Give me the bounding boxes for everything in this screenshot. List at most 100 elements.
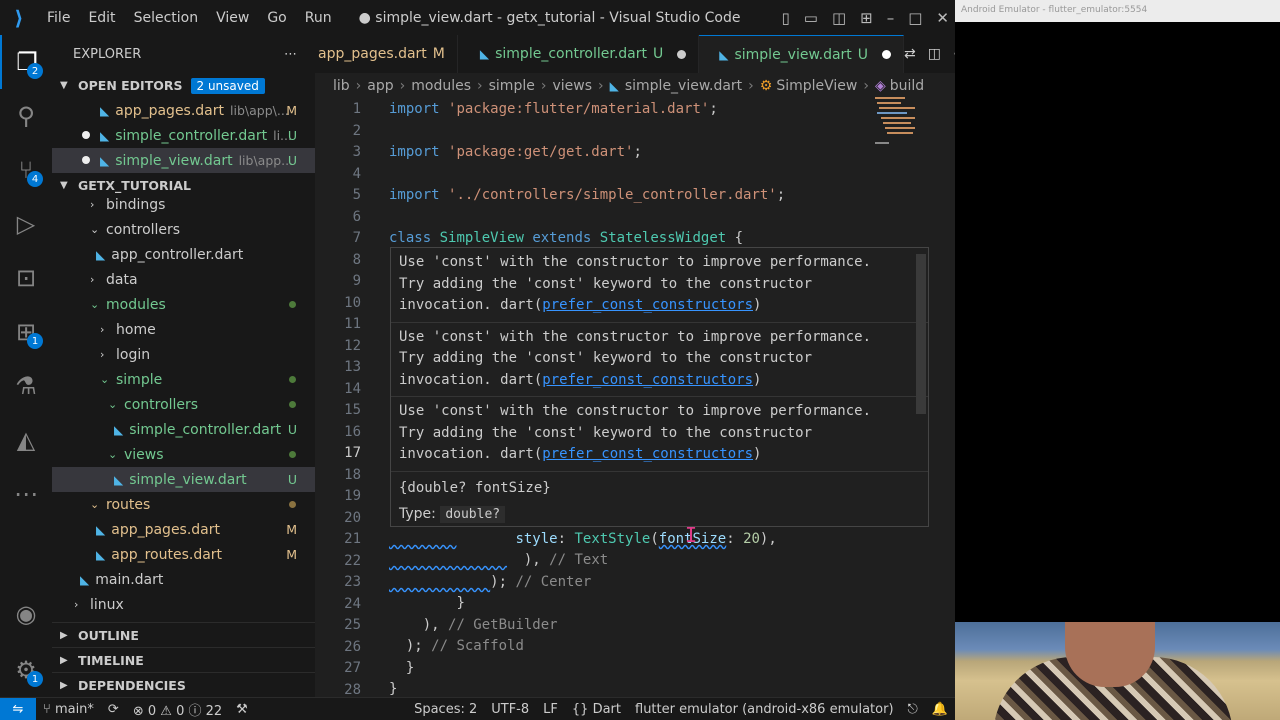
open-editor-simple-controller[interactable]: ◣ simple_controller.dart li... U <box>52 123 315 148</box>
tree-folder-simple[interactable]: ⌄ simple <box>52 367 315 392</box>
minimap[interactable] <box>875 97 927 157</box>
dart-file-icon: ◣ <box>80 572 90 587</box>
breadcrumb-item[interactable]: simple_view.dart <box>625 78 742 94</box>
tree-folder-bindings[interactable]: › bindings <box>52 192 315 217</box>
parameter-signature: {double? fontSize} <box>399 479 551 496</box>
lint-text: ) <box>753 446 762 462</box>
minimize-icon[interactable]: – <box>887 9 895 27</box>
menu-selection[interactable]: Selection <box>125 10 208 26</box>
tree-folder-simple-controllers[interactable]: ⌄ controllers <box>52 392 315 417</box>
breadcrumb-item[interactable]: simple <box>489 78 535 94</box>
split-editor-icon[interactable]: ◫ <box>928 46 941 62</box>
open-editor-name: simple_view.dart <box>115 152 233 169</box>
git-change-dot-icon <box>289 451 296 458</box>
line-number: 27 <box>344 660 361 676</box>
feedback-icon[interactable]: ⎋ <box>901 702 925 717</box>
run-debug-icon[interactable]: ▷ <box>0 197 52 251</box>
language-indicator[interactable]: {} Dart <box>565 702 628 717</box>
close-icon[interactable]: ✕ <box>936 9 949 27</box>
tree-folder-routes[interactable]: ⌄ routes <box>52 492 315 517</box>
gitlab-icon[interactable]: ◭ <box>0 413 52 467</box>
tree-folder-controllers[interactable]: ⌄ controllers <box>52 217 315 242</box>
emulator-screen[interactable] <box>955 22 1280 622</box>
breadcrumb-item[interactable]: views <box>552 78 592 94</box>
breadcrumb-item[interactable]: lib <box>333 78 350 94</box>
search-icon[interactable]: ⚲ <box>0 89 52 143</box>
breadcrumb-item[interactable]: SimpleView <box>776 78 857 94</box>
menu-file[interactable]: File <box>38 10 79 26</box>
menu-view[interactable]: View <box>207 10 258 26</box>
settings-gear-icon[interactable]: ⚙ 1 <box>0 643 52 697</box>
encoding-indicator[interactable]: UTF-8 <box>484 702 536 717</box>
account-icon[interactable]: ◉ <box>0 587 52 641</box>
maximize-icon[interactable]: □ <box>908 9 922 27</box>
explorer-more-icon[interactable]: ⋯ <box>284 47 297 62</box>
tree-folder-home[interactable]: › home <box>52 317 315 342</box>
tab-app-pages[interactable]: app_pages.dart M <box>315 35 458 73</box>
breadcrumb-item[interactable]: build <box>890 78 924 94</box>
breadcrumb-item[interactable]: app <box>367 78 393 94</box>
tree-folder-views[interactable]: ⌄ views <box>52 442 315 467</box>
unsaved-dot-icon[interactable] <box>677 49 687 59</box>
hover-scrollbar[interactable] <box>916 254 926 414</box>
warning-count: 0 <box>176 703 185 719</box>
sync-icon[interactable]: ⟳ <box>101 702 126 717</box>
menu-go[interactable]: Go <box>258 10 295 26</box>
indentation-indicator[interactable]: Spaces: 2 <box>407 702 484 717</box>
line-number: 9 <box>352 273 361 289</box>
eol-indicator[interactable]: LF <box>536 702 565 717</box>
unsaved-dot-icon[interactable] <box>882 50 892 59</box>
breadcrumb-item[interactable]: modules <box>411 78 471 94</box>
vscode-window: ⟩ File Edit Selection View Go Run ● simp… <box>0 0 1280 720</box>
more-icon[interactable]: ⋯ <box>0 467 52 521</box>
dart-file-icon: ◣ <box>114 422 124 437</box>
tree-file-app-routes[interactable]: ◣ app_routes.dart M <box>52 542 315 567</box>
compare-changes-icon[interactable]: ⇄ <box>904 46 916 62</box>
notifications-bell-icon[interactable]: 🔔 <box>925 702 955 717</box>
device-indicator[interactable]: flutter emulator (android-x86 emulator) <box>628 702 901 717</box>
tab-simple-controller[interactable]: ◣ simple_controller.dart U <box>458 35 700 73</box>
toggle-secondary-sidebar-icon[interactable]: ◫ <box>832 9 846 27</box>
tree-folder-modules[interactable]: ⌄ modules <box>52 292 315 317</box>
tree-folder-login[interactable]: › login <box>52 342 315 367</box>
lint-rule-link[interactable]: prefer_const_constructors <box>542 446 753 462</box>
remote-explorer-icon[interactable]: ⊡ <box>0 251 52 305</box>
tree-file-main[interactable]: ◣ main.dart <box>52 567 315 592</box>
tree-file-simple-controller[interactable]: ◣ simple_controller.dart U <box>52 417 315 442</box>
tab-label: simple_controller.dart <box>495 46 647 62</box>
toggle-panel-icon[interactable]: ▭ <box>804 9 818 27</box>
menu-run[interactable]: Run <box>296 10 341 26</box>
remote-indicator-icon[interactable]: ⇋ <box>0 697 36 720</box>
tools-icon[interactable]: ⚒ <box>229 702 255 717</box>
outline-section[interactable]: ▶ OUTLINE <box>52 622 315 647</box>
branch-indicator[interactable]: ⑂ main* <box>36 702 101 717</box>
menu-edit[interactable]: Edit <box>79 10 124 26</box>
lint-rule-link[interactable]: prefer_const_constructors <box>542 372 753 388</box>
dart-file-icon: ◣ <box>100 103 110 118</box>
open-editor-simple-view[interactable]: ◣ simple_view.dart lib\app... U <box>52 148 315 173</box>
tree-file-simple-view[interactable]: ◣ simple_view.dart U <box>52 467 315 492</box>
timeline-section[interactable]: ▶ TIMELINE <box>52 647 315 672</box>
line-number: 1 <box>352 101 361 117</box>
problems-indicator[interactable]: ⊗ 0 ⚠ 0 ⓘ 22 <box>126 700 229 719</box>
dart-file-icon: ◣ <box>609 79 619 93</box>
open-editors-section[interactable]: ▼ OPEN EDITORS 2 unsaved <box>52 73 315 98</box>
explorer-icon[interactable]: ❐ 2 <box>0 35 52 89</box>
tree-folder-linux[interactable]: › linux <box>52 592 315 617</box>
line-number: 4 <box>352 165 361 182</box>
extensions-icon[interactable]: ⊞ 1 <box>0 305 52 359</box>
chevron-down-icon: ⌄ <box>90 498 100 511</box>
tree-folder-data[interactable]: › data <box>52 267 315 292</box>
open-editor-app-pages[interactable]: ◣ app_pages.dart lib\app\... M <box>52 98 315 123</box>
toggle-sidebar-icon[interactable]: ▯ <box>782 9 790 27</box>
tree-file-app-controller[interactable]: ◣ app_controller.dart <box>52 242 315 267</box>
dependencies-section[interactable]: ▶ DEPENDENCIES <box>52 672 315 697</box>
source-control-icon[interactable]: ⑂ 4 <box>0 143 52 197</box>
testing-icon[interactable]: ⚗ <box>0 359 52 413</box>
tree-file-app-pages[interactable]: ◣ app_pages.dart M <box>52 517 315 542</box>
unsaved-dot-icon[interactable] <box>82 131 90 139</box>
lint-rule-link[interactable]: prefer_const_constructors <box>542 297 753 313</box>
unsaved-dot-icon[interactable] <box>82 156 90 164</box>
tab-simple-view[interactable]: ◣ simple_view.dart U <box>699 35 905 73</box>
customize-layout-icon[interactable]: ⊞ <box>860 9 873 27</box>
